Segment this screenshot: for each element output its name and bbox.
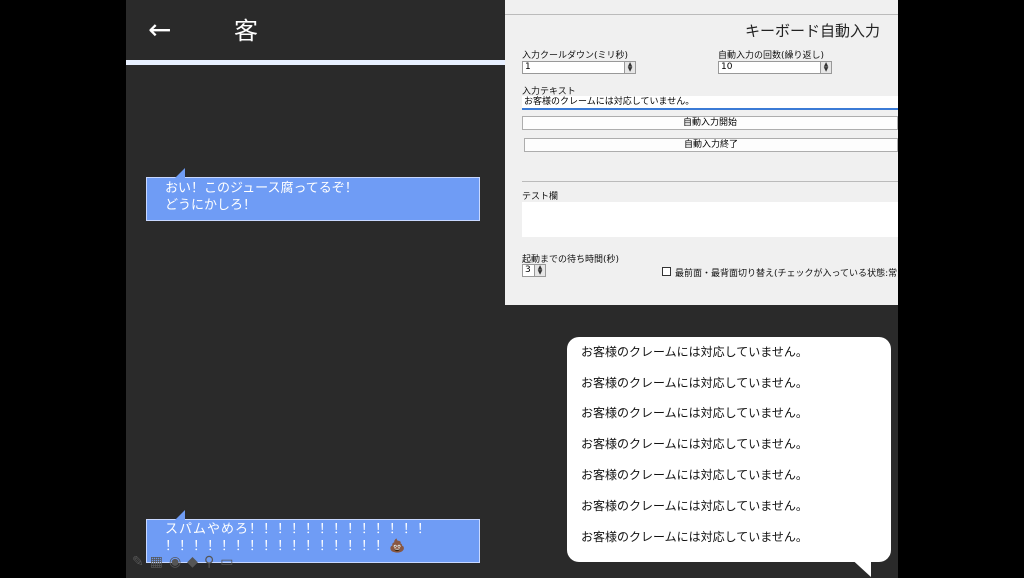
spin-arrows-icon[interactable]: ▲ ▼ bbox=[624, 62, 635, 73]
stop-button-label: 自動入力終了 bbox=[683, 140, 738, 150]
test-label: テスト欄 bbox=[522, 192, 559, 202]
topmost-checkbox[interactable] bbox=[662, 267, 671, 276]
bubble-tail bbox=[175, 510, 185, 520]
test-area[interactable] bbox=[522, 202, 898, 237]
cooldown-value: 1 bbox=[525, 62, 531, 72]
repeat-value: 10 bbox=[721, 62, 733, 72]
message-line: おい！このジュース腐ってるぞ！ bbox=[165, 181, 358, 196]
bubble-tail bbox=[175, 168, 185, 178]
input-text-field[interactable]: お客様のクレームには対応していません。 bbox=[522, 96, 898, 110]
spin-arrows-icon[interactable]: ▲ ▼ bbox=[820, 62, 831, 73]
message-line: スパムやめろ！！！！！！！！！！！！！ bbox=[165, 522, 432, 537]
input-toolbar[interactable]: ✎▦◉◆⚲▭ bbox=[132, 554, 239, 570]
stop-button[interactable]: 自動入力終了 bbox=[524, 138, 898, 152]
header-divider bbox=[126, 60, 506, 65]
message-line: お客様のクレームには対応していません。 bbox=[581, 468, 808, 482]
message-line: お客様のクレームには対応していません。 bbox=[581, 530, 808, 544]
message-line: どうにかしろ！ bbox=[165, 198, 257, 213]
message-line: お客様のクレームには対応していません。 bbox=[581, 499, 808, 513]
input-text-value: お客様のクレームには対応していません。 bbox=[524, 97, 695, 107]
wait-value: 3 bbox=[525, 265, 531, 275]
outgoing-message: お客様のクレームには対応していません。 お客様のクレームには対応していません。 … bbox=[567, 337, 891, 577]
cooldown-stepper[interactable]: 1 ▲ ▼ bbox=[522, 61, 636, 74]
window-title: キーボード自動入力 bbox=[745, 22, 881, 40]
chat-screen: ← 客 おい！このジュース腐ってるぞ！ どうにかしろ！ スパムやめろ！！！！！！… bbox=[126, 0, 898, 578]
spin-arrows-icon[interactable]: ▲ ▼ bbox=[534, 265, 545, 276]
start-button-label: 自動入力開始 bbox=[682, 118, 737, 128]
message-line: お客様のクレームには対応していません。 bbox=[581, 437, 808, 451]
message-line: お客様のクレームには対応していません。 bbox=[581, 376, 808, 390]
repeat-label: 自動入力の回数(繰り返し) bbox=[718, 51, 825, 61]
start-button[interactable]: 自動入力開始 bbox=[522, 116, 898, 130]
section-divider bbox=[522, 181, 898, 182]
message-line: ！！！！！！！！！！！！！！！！💩 bbox=[165, 539, 407, 554]
back-arrow-icon[interactable]: ← bbox=[148, 12, 171, 48]
message-line: お客様のクレームには対応していません。 bbox=[581, 345, 808, 359]
message-line: お客様のクレームには対応していません。 bbox=[581, 406, 808, 420]
topmost-label: 最前面・最背面切り替え(チェックが入っている状態:常に最前 bbox=[675, 269, 898, 279]
repeat-stepper[interactable]: 10 ▲ ▼ bbox=[718, 61, 832, 74]
auto-input-window: キーボード自動入力 入力クールダウン(ミリ秒) 1 ▲ ▼ 自動入力の回数(繰り返… bbox=[505, 0, 898, 305]
window-divider bbox=[505, 14, 898, 15]
chat-title: 客 bbox=[234, 17, 258, 45]
bubble-tail bbox=[847, 555, 871, 577]
wait-stepper[interactable]: 3 ▲ ▼ bbox=[522, 264, 546, 277]
incoming-message: おい！このジュース腐ってるぞ！ どうにかしろ！ bbox=[146, 168, 480, 221]
cooldown-label: 入力クールダウン(ミリ秒) bbox=[522, 51, 629, 61]
